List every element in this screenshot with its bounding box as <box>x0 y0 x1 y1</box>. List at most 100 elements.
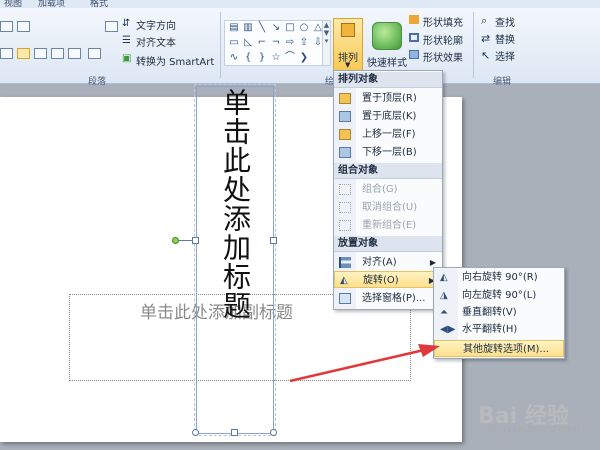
decrease-indent-icon[interactable] <box>17 21 30 32</box>
submenu-item-rotate-left[interactable]: ◮ 向左旋转 90°(L) <box>434 287 564 304</box>
menu-item-selection-pane[interactable]: 选择窗格(P)... <box>334 290 442 307</box>
resize-handle-left[interactable] <box>192 237 199 244</box>
distributed-icon[interactable] <box>68 48 81 59</box>
shape-effects-icon <box>409 50 419 59</box>
arrow-shape-icon[interactable]: ↘ <box>269 22 283 34</box>
shape-fill-button[interactable]: 形状填充 <box>423 14 463 29</box>
align-right-icon[interactable] <box>34 48 47 59</box>
justify-icon[interactable] <box>51 48 64 59</box>
menu-item-label: 下移一层(B) <box>362 147 417 158</box>
curve-shape-icon[interactable]: ∿ <box>227 52 241 64</box>
menu-section-header: 组合对象 <box>334 163 442 179</box>
menu-item-label: 上移一层(F) <box>362 129 416 140</box>
binoculars-icon: ⌕ <box>481 14 488 27</box>
submenu-item-label: 向右旋转 90°(R) <box>462 272 538 283</box>
shape-outline-button[interactable]: 形状轮廓 <box>423 32 463 47</box>
convert-smartart-button[interactable]: 转换为 SmartArt <box>136 53 214 68</box>
smartart-icon: ▣ <box>122 53 132 64</box>
curved-arrow-shape-icon[interactable]: ⇨ <box>283 37 297 49</box>
menu-item-send-backward[interactable]: 下移一层(B) <box>334 144 442 161</box>
arrange-icon <box>341 23 355 37</box>
menu-item-ungroup: 取消组合(U) <box>334 199 442 216</box>
line-spacing-icon[interactable] <box>0 21 13 32</box>
arrange-button[interactable]: 排列 ▼ <box>333 18 363 74</box>
star-shape-icon[interactable]: ☆ <box>269 52 283 64</box>
menu-section-header: 排列对象 <box>334 72 442 88</box>
watermark-url: jingyan.baidu.com <box>488 424 581 435</box>
align-text-button[interactable]: 对齐文本 <box>136 34 176 49</box>
right-triangle-shape-icon[interactable]: ◺ <box>241 37 255 49</box>
submenu-item-flip-horizontal[interactable]: ◀▶ 水平翻转(H) <box>434 321 564 338</box>
select-cursor-icon: ↖ <box>481 49 491 62</box>
line-shape-icon[interactable]: ╲ <box>255 22 269 34</box>
resize-handle-bottom-right[interactable] <box>270 429 277 436</box>
rotate-right-icon: ◭ <box>440 272 448 283</box>
rotation-handle[interactable] <box>172 237 179 244</box>
menu-item-label: 取消组合(U) <box>362 202 418 213</box>
menu-item-bring-forward[interactable]: 上移一层(F) <box>334 126 442 143</box>
submenu-item-flip-vertical[interactable]: ⏶ 垂直翻转(V) <box>434 304 564 321</box>
arrow-up-shape-icon[interactable]: ⇧ <box>297 37 311 49</box>
menu-item-align[interactable]: 对齐(A) ▶ <box>334 254 442 271</box>
bullets-icon[interactable] <box>105 21 118 32</box>
send-backward-icon <box>339 147 351 158</box>
chevron-down-icon: ▼ <box>345 61 351 69</box>
bring-forward-icon <box>339 129 351 140</box>
gallery-scroll[interactable]: ▲ ▼ ▾ <box>322 20 331 66</box>
resize-handle-right[interactable] <box>270 237 277 244</box>
align-left-icon[interactable] <box>0 48 13 59</box>
text-box-shape-icon[interactable]: ▤ <box>227 22 241 34</box>
select-button[interactable]: 选择 <box>495 48 515 63</box>
elbow-connector-shape-icon[interactable]: ¬ <box>269 37 283 49</box>
rectangle-shape-icon[interactable]: □ <box>283 22 297 34</box>
rotate-submenu: ◭ 向右旋转 90°(R) ◮ 向左旋转 90°(L) ⏶ 垂直翻转(V) ◀▶… <box>433 267 565 359</box>
ribbon: ⇵ 文字方向 ☰ 对齐文本 ▣ 转换为 SmartArt 段落 ▤ ▥ ╲ ↘ … <box>0 8 600 87</box>
menu-item-bring-to-front[interactable]: 置于顶层(R) <box>334 90 442 107</box>
align-text-icon: ☰ <box>122 35 131 46</box>
submenu-item-label: 水平翻转(H) <box>462 324 518 335</box>
menu-item-regroup: 重新组合(E) <box>334 217 442 234</box>
text-direction-button[interactable]: 文字方向 <box>136 17 176 32</box>
align-center-icon[interactable] <box>17 48 30 59</box>
menu-item-label: 组合(G) <box>362 184 398 195</box>
columns-icon[interactable] <box>88 48 101 59</box>
brace-shape-icon[interactable]: } <box>255 52 269 64</box>
menu-item-label: 对齐(A) <box>362 257 397 268</box>
shape-fill-icon <box>409 15 419 24</box>
menu-item-send-to-back[interactable]: 置于底层(K) <box>334 108 442 125</box>
ribbon-tab-strip: 视图 加载项 格式 <box>0 0 600 9</box>
shape-effects-button[interactable]: 形状效果 <box>423 49 463 64</box>
text-direction-icon: ⇵ <box>122 18 131 29</box>
menu-item-label: 置于顶层(R) <box>362 93 417 104</box>
quick-styles-button[interactable]: 快速样式 <box>367 54 407 69</box>
resize-handle-bottom[interactable] <box>231 429 238 436</box>
submenu-item-rotate-right[interactable]: ◭ 向右旋转 90°(R) <box>434 269 564 286</box>
send-to-back-icon <box>339 111 351 122</box>
freeform-shape-icon[interactable]: ⌒ <box>283 52 297 64</box>
chevron-shape-icon[interactable]: ❯ <box>297 52 311 64</box>
rotate-left-icon: ◮ <box>440 290 448 301</box>
submenu-item-label: 向左旋转 90°(L) <box>462 290 537 301</box>
textbox-vertical-shape-icon[interactable]: ▥ <box>241 22 255 34</box>
selection-pane-icon <box>339 293 351 304</box>
menu-item-label: 重新组合(E) <box>362 220 417 231</box>
replace-icon: ⇄ <box>481 32 491 45</box>
shapes-gallery[interactable]: ▤ ▥ ╲ ↘ □ ○ △ ▭ ◺ ⌐ ¬ ⇨ ⇧ ⇩ ∿ { } ☆ ⌒ ❯ <box>224 20 324 66</box>
rotate-icon: ◭ <box>340 275 348 286</box>
quick-styles-icon[interactable] <box>372 22 402 50</box>
menu-item-rotate[interactable]: ◭ 旋转(O) ▶ <box>334 271 442 288</box>
regroup-icon <box>339 220 351 231</box>
menu-item-label: 选择窗格(P)... <box>362 293 426 304</box>
rounded-rect-shape-icon[interactable]: ▭ <box>227 37 241 49</box>
replace-button[interactable]: 替换 <box>495 31 515 46</box>
bring-to-front-icon <box>339 93 351 104</box>
menu-item-label: 置于底层(K) <box>362 111 417 122</box>
oval-shape-icon[interactable]: ○ <box>297 22 311 34</box>
bracket-shape-icon[interactable]: { <box>241 52 255 64</box>
group-divider <box>220 12 221 78</box>
find-button[interactable]: 查找 <box>495 14 515 29</box>
resize-handle-bottom-left[interactable] <box>192 429 199 436</box>
submenu-item-more-rotation-options[interactable]: 其他旋转选项(M)... <box>434 340 564 357</box>
rotation-connector <box>179 240 193 241</box>
connector-shape-icon[interactable]: ⌐ <box>255 37 269 49</box>
